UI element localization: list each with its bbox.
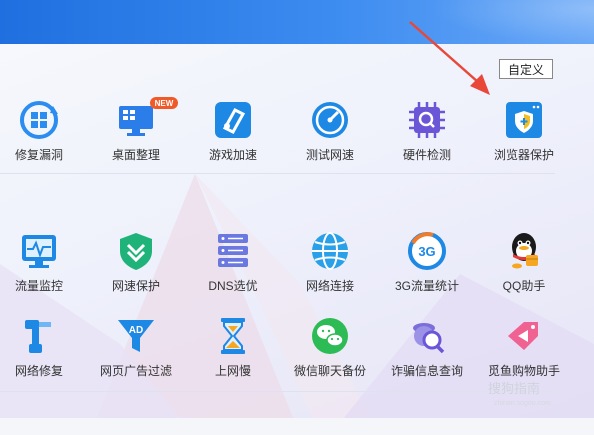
3g-text: 3G <box>418 244 435 259</box>
bottom-divider <box>0 391 555 392</box>
tool-network-connection[interactable]: 网络连接 <box>285 231 375 294</box>
network-connection-icon <box>310 231 350 271</box>
tool-dns-optimize[interactable]: DNS选优 <box>188 231 278 294</box>
tool-label: 网速保护 <box>111 279 160 293</box>
tool-game-accelerate[interactable]: 游戏加速 <box>188 100 278 163</box>
tool-label: 桌面整理 <box>111 148 160 162</box>
speed-test-icon <box>310 100 350 140</box>
tool-repair-vulnerability[interactable]: 修复漏洞 <box>0 100 84 163</box>
tool-label: 游戏加速 <box>208 148 257 162</box>
qq-assistant-icon <box>504 231 544 271</box>
tool-label: 3G流量统计 <box>394 279 459 293</box>
tool-label: 测试网速 <box>305 148 354 162</box>
tool-shopping-assistant[interactable]: 觅鱼购物助手 <box>479 316 569 379</box>
game-accelerate-icon <box>213 100 253 140</box>
tool-qq-assistant[interactable]: QQ助手 <box>479 231 569 294</box>
hardware-check-icon <box>407 100 447 140</box>
tool-label: 觅鱼购物助手 <box>487 364 560 378</box>
tool-label: 网页广告过滤 <box>99 364 172 378</box>
3g-traffic-icon: 3G <box>407 231 447 271</box>
tool-label: 网络连接 <box>305 279 354 293</box>
traffic-monitor-icon <box>19 231 59 271</box>
dns-optimize-icon <box>213 231 253 271</box>
ad-text: AD <box>129 325 143 336</box>
tool-label: DNS选优 <box>208 279 258 293</box>
tool-speed-protect[interactable]: 网速保护 <box>91 231 181 294</box>
tool-network-repair[interactable]: 网络修复 <box>0 316 84 379</box>
tool-label: 硬件检测 <box>402 148 451 162</box>
tool-desktop-organize[interactable]: 桌面整理 <box>91 100 181 163</box>
hourglass-icon <box>213 316 253 356</box>
bottom-strip <box>0 418 594 435</box>
repair-vulnerability-icon <box>19 100 59 140</box>
tool-3g-traffic[interactable]: 3G 3G流量统计 <box>382 231 472 294</box>
shopping-assistant-icon <box>504 316 544 356</box>
top-banner <box>0 0 594 44</box>
tool-wechat-backup[interactable]: 微信聊天备份 <box>285 316 375 379</box>
network-repair-icon <box>19 316 59 356</box>
tool-label: 微信聊天备份 <box>293 364 366 378</box>
tool-fraud-check[interactable]: 诈骗信息查询 <box>382 316 472 379</box>
ad-filter-icon: AD <box>116 316 156 356</box>
tool-hardware-check[interactable]: 硬件检测 <box>382 100 472 163</box>
tool-slow-internet[interactable]: 上网慢 <box>188 316 278 379</box>
speed-protect-icon <box>116 231 156 271</box>
fraud-check-icon <box>407 316 447 356</box>
wechat-backup-icon <box>310 316 350 356</box>
tool-traffic-monitor[interactable]: 流量监控 <box>0 231 84 294</box>
watermark-text: 搜狗指南 <box>488 381 541 396</box>
tool-browser-protect[interactable]: 浏览器保护 <box>479 100 569 163</box>
customize-button[interactable]: 自定义 <box>499 59 553 79</box>
new-badge: NEW <box>150 97 178 109</box>
tool-ad-filter[interactable]: AD 网页广告过滤 <box>91 316 181 379</box>
browser-protect-icon <box>504 100 544 140</box>
tool-label: 上网慢 <box>214 364 251 378</box>
tool-label: 网络修复 <box>14 364 63 378</box>
watermark-subtext: zhinan.sogou.com <box>494 400 551 407</box>
tool-label: 诈骗信息查询 <box>390 364 463 378</box>
tool-label: QQ助手 <box>502 279 546 293</box>
tool-label: 浏览器保护 <box>493 148 554 162</box>
tool-label: 流量监控 <box>14 279 63 293</box>
tool-speed-test[interactable]: 测试网速 <box>285 100 375 163</box>
tool-label: 修复漏洞 <box>14 148 63 162</box>
row-divider <box>0 173 555 174</box>
